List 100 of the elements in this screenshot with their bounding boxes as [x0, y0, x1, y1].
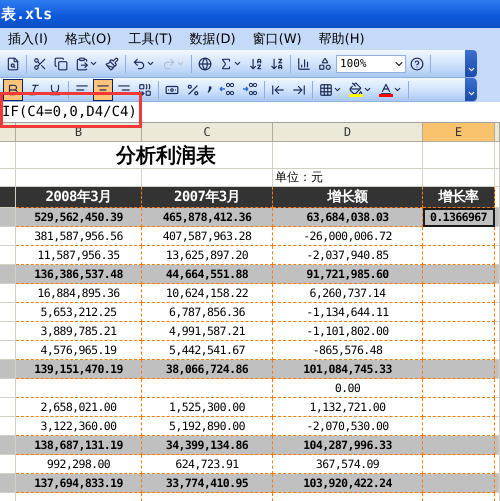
toolbar-options-button[interactable]	[465, 50, 477, 77]
column-header[interactable]: D	[273, 123, 423, 142]
caret-icon	[176, 59, 185, 68]
table-cell: 6,787,856.36	[142, 303, 273, 322]
table-cell: 91,721,985.60	[273, 265, 423, 284]
table-cell: -2,070,530.00	[273, 417, 423, 436]
table-cell: 1,525,300.00	[142, 398, 273, 417]
table-cell: 5,653,212.25	[16, 303, 142, 322]
table-cell: 1,132,721.00	[273, 398, 423, 417]
table-cell: 38,066,724.86	[142, 360, 273, 379]
toolbar-options-button[interactable]	[465, 78, 477, 101]
clipboard-icon	[75, 56, 89, 70]
redo-icon	[162, 56, 176, 70]
menu-item[interactable]: 插入(I)	[6, 29, 50, 49]
table-cell: 104,287,996.33	[273, 436, 423, 455]
table-cell: -26,000,006.72	[273, 227, 423, 246]
italic-icon	[27, 82, 41, 96]
table-cell: 3,889,785.21	[16, 322, 142, 341]
caret-icon	[333, 85, 342, 94]
table-cell: 529,562,450.39	[16, 208, 142, 227]
window-title: 表.xls	[0, 4, 52, 24]
menu-item[interactable]: 格式(O)	[62, 29, 114, 49]
caret-icon	[466, 89, 476, 98]
sort-descending-icon	[270, 56, 284, 70]
table-cell: 16,884,895.36	[16, 284, 142, 303]
table-cell: 34,399,134.86	[142, 436, 273, 455]
percent-icon	[186, 82, 200, 96]
table-cell: 101,084,745.33	[273, 360, 423, 379]
menu-item[interactable]: 帮助(H)	[316, 29, 367, 49]
undo-icon	[132, 56, 146, 70]
scissors-icon	[33, 56, 47, 70]
table-cell: 407,587,963.28	[142, 227, 273, 246]
paintbrush-icon	[105, 56, 119, 70]
table-cell: 2,658,021.00	[16, 398, 142, 417]
caret-icon	[233, 59, 242, 68]
table-cell: 465,878,412.36	[142, 208, 273, 227]
search-icon	[6, 56, 20, 70]
table-cell: 63,684,038.03	[273, 208, 423, 227]
table-cell: 44,664,551.88	[142, 265, 273, 284]
bold-icon	[6, 82, 20, 96]
menu-item[interactable]: 工具(T)	[126, 29, 174, 49]
table-cell: 138,687,131.19	[16, 436, 142, 455]
increase-decimal-icon	[219, 82, 235, 97]
table-cell: 0.1366967	[423, 208, 495, 227]
table-cell: 4,991,587.21	[142, 322, 273, 341]
table-cell: 992,298.00	[16, 455, 142, 474]
caret-icon	[89, 59, 98, 68]
table-cell: 4,576,965.19	[16, 341, 142, 360]
table-cell: 139,151,470.19	[16, 360, 142, 379]
sheet-title: 分析利润表	[16, 142, 273, 169]
table-cell: 33,774,410.95	[142, 474, 273, 493]
caret-icon	[146, 59, 155, 68]
outdent-icon	[271, 82, 285, 96]
table-cell: 5,192,890.00	[142, 417, 273, 436]
caret-icon	[393, 85, 402, 94]
table-cell: 0.00	[273, 379, 423, 398]
formula-bar[interactable]: IF(C4=0,0,D4/C4)	[0, 102, 500, 123]
empty-cell	[423, 142, 495, 169]
table-cell: 367,574.09	[273, 455, 423, 474]
sort-ascending-icon	[249, 56, 263, 70]
table-header-cell: 2008年3月	[16, 187, 142, 208]
table-header-cell: 增长率	[423, 187, 495, 208]
globe-icon	[198, 56, 212, 70]
column-header[interactable]: C	[142, 123, 273, 142]
sigma-icon	[219, 56, 233, 70]
table-cell: 103,920,422.24	[273, 474, 423, 493]
zoom-field[interactable]: 100%	[336, 54, 406, 72]
underline-icon	[48, 82, 62, 96]
bar-chart-icon	[297, 56, 311, 70]
font-color-icon	[379, 82, 393, 96]
table-cell: -1,101,802.00	[273, 322, 423, 341]
table-cell: 3,122,360.00	[16, 417, 142, 436]
paint-bucket-icon	[349, 82, 363, 96]
borders-icon	[319, 82, 333, 96]
table-cell: 381,587,956.56	[16, 227, 142, 246]
table-cell: 11,587,956.35	[16, 246, 142, 265]
table-header-cell: 增长额	[273, 187, 423, 208]
table-cell: 13,625,897.20	[142, 246, 273, 265]
indent-icon	[292, 82, 306, 96]
table-cell: 624,723.91	[142, 455, 273, 474]
caret-icon	[466, 65, 476, 74]
table-cell: 136,386,537.48	[16, 265, 142, 284]
table-cell: 10,624,158.22	[142, 284, 273, 303]
copy-icon	[54, 56, 68, 70]
menu-item[interactable]: 窗口(W)	[250, 29, 304, 49]
column-header[interactable]: E	[423, 123, 495, 142]
caret-icon	[363, 85, 372, 94]
comma-icon	[207, 85, 212, 94]
table-cell: 137,694,833.19	[16, 474, 142, 493]
table-header-cell: 2007年3月	[142, 187, 273, 208]
menu-item[interactable]: 数据(D)	[187, 29, 238, 49]
table-cell: -2,037,940.85	[273, 246, 423, 265]
table-cell: -1,134,644.11	[273, 303, 423, 322]
decrease-decimal-icon	[242, 82, 258, 97]
table-cell: -865,576.48	[273, 341, 423, 360]
merge-cells-icon	[138, 82, 152, 96]
table-cell: 6,260,737.14	[273, 284, 423, 303]
help-icon	[410, 56, 424, 70]
table-cell: 5,442,541.67	[142, 341, 273, 360]
formula-text: IF(C4=0,0,D4/C4)	[1, 104, 137, 120]
